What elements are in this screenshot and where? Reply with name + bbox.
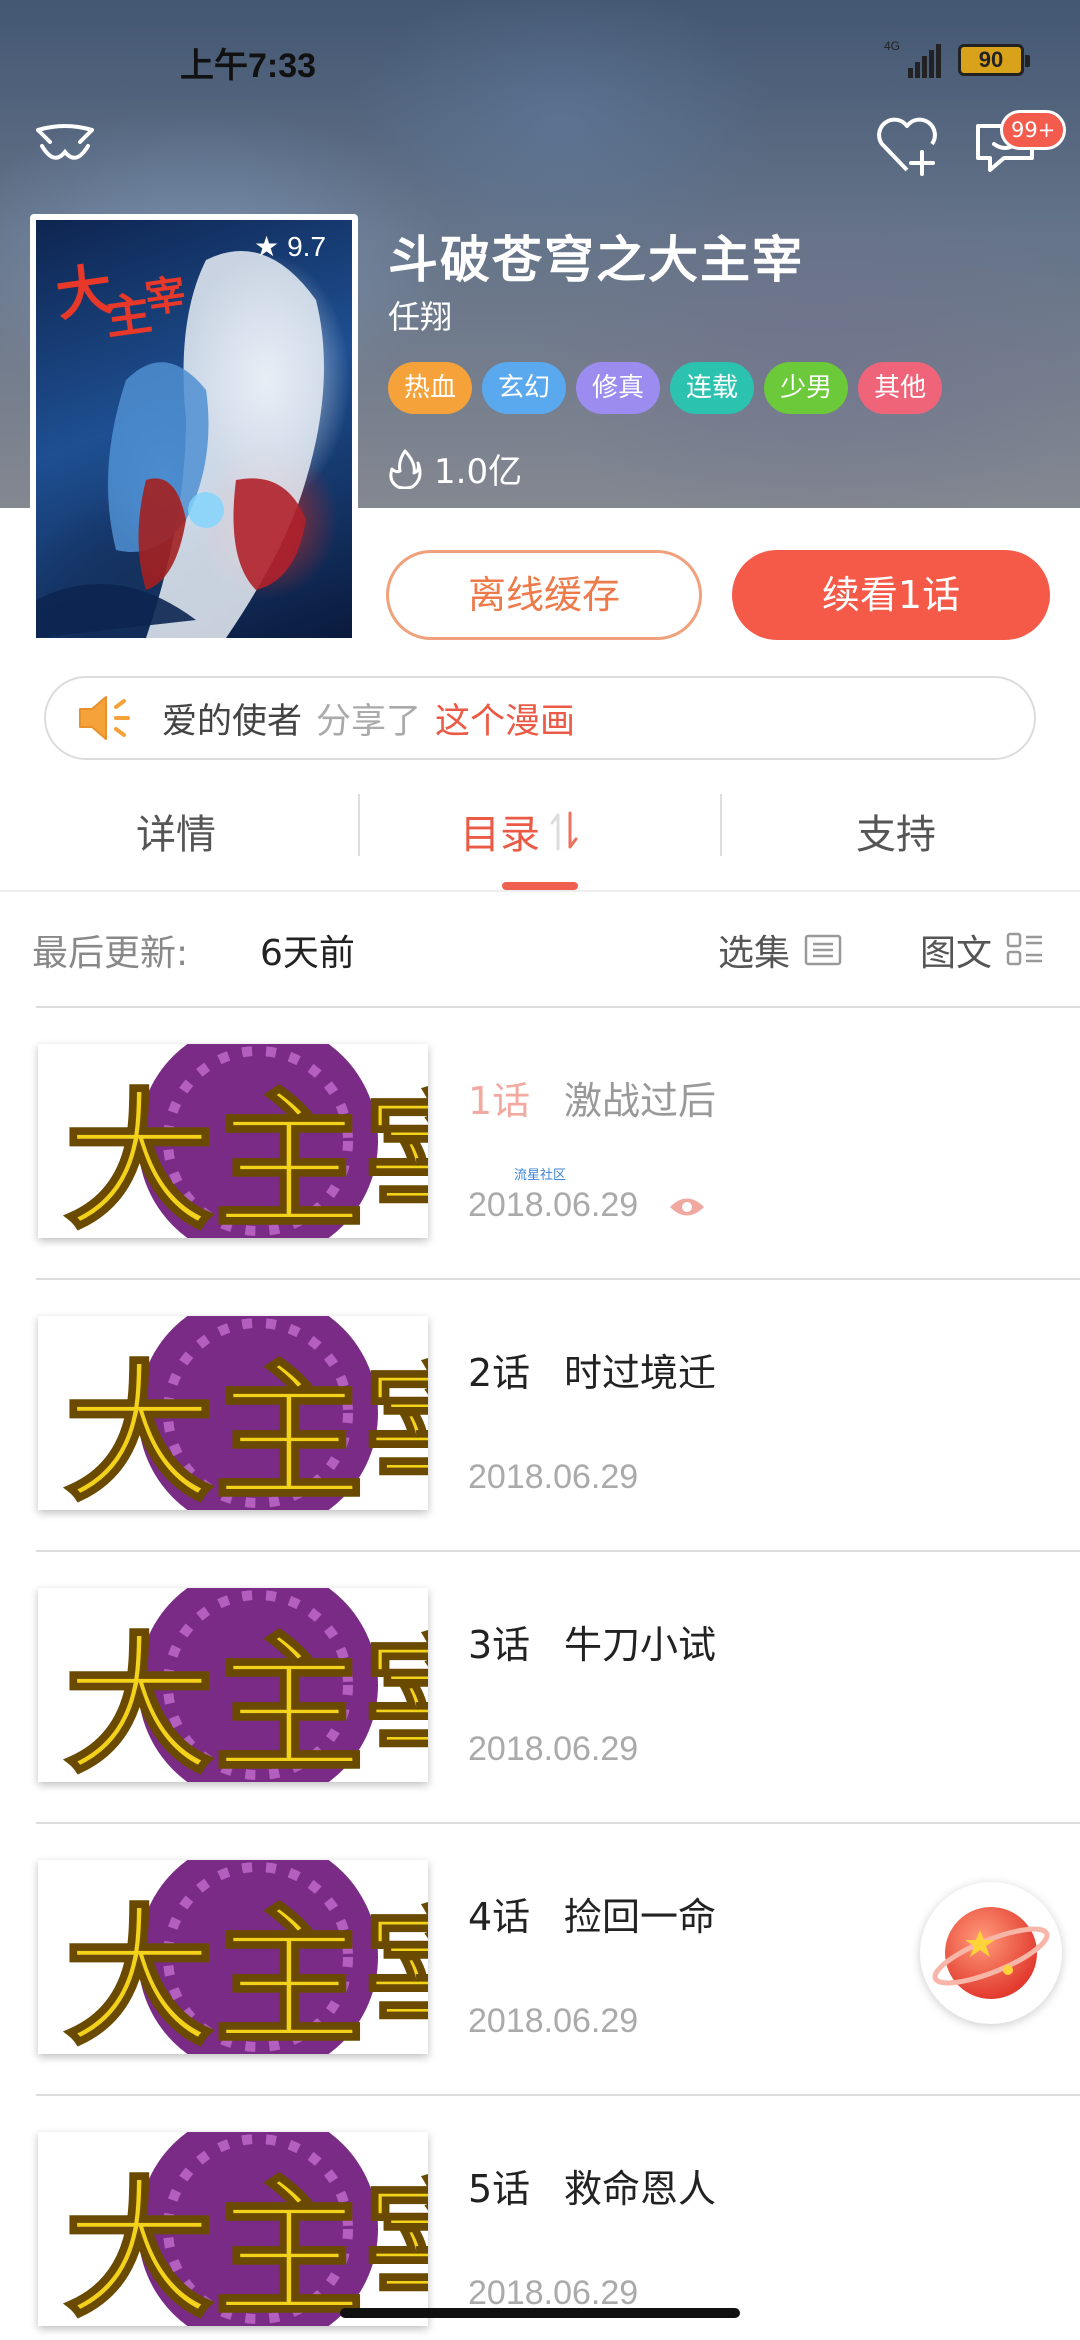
episode-item[interactable]: 大主宰 1话 激战过后 流星社区 2018.06.29 xyxy=(0,1008,1080,1280)
share-action: 分享了 xyxy=(316,701,422,742)
status-time: 上午7:33 xyxy=(180,47,317,85)
svg-text:大主宰: 大主宰 xyxy=(64,1890,428,2054)
episode-title: 牛刀小试 xyxy=(564,1623,717,1667)
share-link[interactable]: 这个漫画 xyxy=(435,693,575,744)
episode-title: 激战过后 xyxy=(564,1079,717,1123)
last-update-value: 6天前 xyxy=(260,933,355,974)
home-indicator[interactable] xyxy=(340,2308,740,2318)
tab-active-indicator xyxy=(502,882,578,890)
popularity-value: 1.0亿 xyxy=(434,452,523,492)
episode-number: 3话 xyxy=(468,1623,531,1667)
speaker-icon xyxy=(79,696,130,740)
episode-thumbnail-art: 大主宰 xyxy=(63,1316,428,1510)
episode-thumbnail: 大主宰 xyxy=(38,1316,428,1510)
episode-title: 救命恩人 xyxy=(564,2167,717,2211)
episode-number: 2话 xyxy=(468,1351,531,1395)
tab-divider xyxy=(358,794,360,856)
star-icon: ★ xyxy=(254,231,280,262)
svg-text:大主宰: 大主宰 xyxy=(64,1346,428,1510)
tab-support[interactable]: 支持 xyxy=(856,802,936,860)
offline-cache-button[interactable]: 离线缓存 xyxy=(386,550,702,640)
episode-thumbnail-art: 大主宰 xyxy=(63,1588,428,1782)
signal-icon: 4G xyxy=(884,39,941,78)
tab-catalog[interactable]: 目录 xyxy=(460,802,578,860)
episode-title: 时过境迁 xyxy=(564,1351,717,1395)
svg-text:大主宰: 大主宰 xyxy=(64,1618,428,1782)
comic-author[interactable]: 任翔 xyxy=(388,292,452,338)
episode-thumbnail-art: 大主宰 xyxy=(63,1860,428,2054)
episode-number: 5话 xyxy=(468,2167,531,2211)
tab-catalog-label: 目录 xyxy=(460,812,540,858)
list-icon xyxy=(804,934,842,966)
list-header: 最后更新: 6天前 选集 图文 xyxy=(0,892,1080,1004)
episode-title: 捡回一命 xyxy=(564,1895,717,1939)
tag[interactable]: 连载 xyxy=(670,362,755,414)
tag[interactable]: 玄幻 xyxy=(482,362,567,414)
episode-thumbnail: 大主宰 xyxy=(38,1860,428,2054)
episode-date: 2018.06.29 xyxy=(468,2002,639,2040)
episode-list: 大主宰 1话 激战过后 流星社区 2018.06.29 大主宰 2话 时过境迁 … xyxy=(0,1008,1080,2340)
episode-item[interactable]: 大主宰 2话 时过境迁 2018.06.29 xyxy=(0,1280,1080,1552)
select-episodes-label: 选集 xyxy=(718,933,791,974)
episode-item[interactable]: 大主宰 3话 牛刀小试 2018.06.29 xyxy=(0,1552,1080,1824)
fire-icon xyxy=(389,449,422,489)
sort-icon[interactable] xyxy=(550,809,578,853)
continue-reading-button[interactable]: 续看1话 xyxy=(732,550,1050,640)
episode-item[interactable]: 大主宰 5话 救命恩人 2018.06.29 xyxy=(0,2096,1080,2340)
cover-illustration: 大 主 宰 xyxy=(36,251,324,638)
favorite-add-icon[interactable] xyxy=(872,112,942,178)
episode-date: 2018.06.29 xyxy=(468,1458,639,1496)
comic-cover[interactable]: 大 主 宰 ★ 9.7 xyxy=(30,214,358,644)
rating-value: 9.7 xyxy=(287,230,327,262)
rating: ★ 9.7 xyxy=(254,230,326,263)
view-mode-button[interactable]: 图文 xyxy=(920,924,1044,976)
message-badge: 99+ xyxy=(1000,110,1067,150)
episode-thumbnail: 大主宰 xyxy=(38,1044,428,1238)
tag[interactable]: 修真 xyxy=(576,362,661,414)
tab-bar: 详情 目录 支持 xyxy=(0,782,1080,890)
episode-thumbnail: 大主宰 xyxy=(38,2132,428,2326)
network-type: 4G xyxy=(884,39,900,53)
tag[interactable]: 少男 xyxy=(764,362,849,414)
tag-list: 热血 玄幻 修真 连载 少男 其他 xyxy=(388,362,943,414)
comic-title: 斗破苍穹之大主宰 xyxy=(388,231,804,289)
share-banner[interactable]: 爱的使者 分享了 这个漫画 xyxy=(44,676,1036,760)
episode-number: 4话 xyxy=(468,1895,531,1939)
svg-text:大主宰: 大主宰 xyxy=(64,1074,428,1238)
grid-list-icon xyxy=(1006,932,1043,966)
last-update-label: 最后更新: xyxy=(32,933,189,974)
floating-planet-button[interactable] xyxy=(920,1882,1062,2024)
tab-divider xyxy=(720,794,722,856)
svg-text:宰: 宰 xyxy=(142,270,188,322)
read-eye-icon xyxy=(670,1198,704,1216)
planet-icon xyxy=(932,1907,1050,1999)
view-mode-label: 图文 xyxy=(920,933,993,974)
tag[interactable]: 热血 xyxy=(388,362,473,414)
tab-detail[interactable]: 详情 xyxy=(136,802,216,860)
episode-thumbnail-art: 大主宰 xyxy=(63,1044,428,1238)
episode-date: 2018.06.29 xyxy=(468,1730,639,1768)
episode-thumbnail-art: 大主宰 xyxy=(63,2132,428,2326)
share-user: 爱的使者 xyxy=(162,701,303,742)
episode-number: 1话 xyxy=(468,1079,531,1123)
svg-text:大主宰: 大主宰 xyxy=(64,2162,428,2326)
status-bar: 上午7:33 4G 90 xyxy=(0,0,1080,120)
popularity: 1.0亿 xyxy=(388,444,522,493)
battery-indicator: 90 xyxy=(958,44,1030,76)
watermark: 流星社区 xyxy=(514,1168,567,1183)
episode-date: 2018.06.29 xyxy=(468,1186,639,1224)
episode-item[interactable]: 大主宰 4话 捡回一命 2018.06.29 xyxy=(0,1824,1080,2096)
episode-thumbnail: 大主宰 xyxy=(38,1588,428,1782)
back-icon[interactable] xyxy=(30,118,100,174)
tag[interactable]: 其他 xyxy=(858,362,943,414)
select-episodes-button[interactable]: 选集 xyxy=(718,924,842,976)
